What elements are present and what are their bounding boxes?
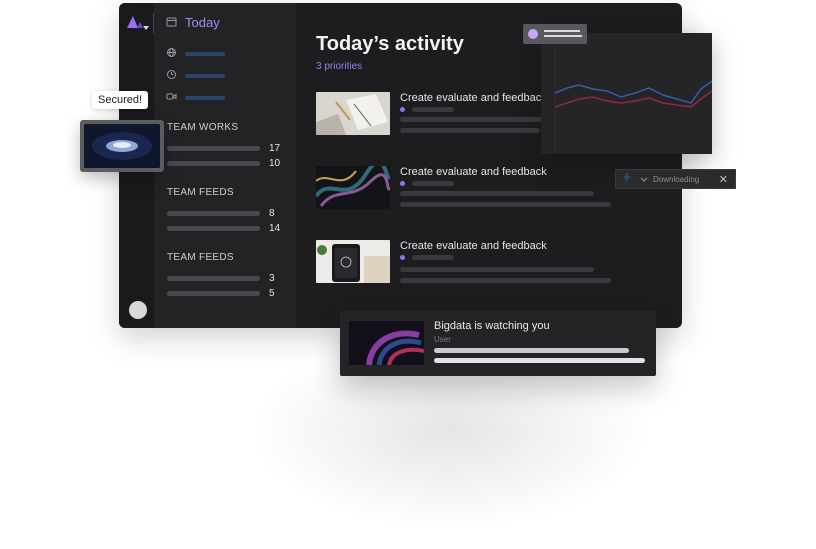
sidebar-item-clock[interactable]	[166, 67, 225, 85]
notification-thumbnail	[349, 321, 424, 365]
activity-thumbnail	[316, 240, 390, 283]
secured-image	[84, 124, 160, 168]
chip-line	[544, 35, 582, 37]
group-title: TEAM FEEDS	[167, 252, 234, 263]
activity-tag	[412, 107, 454, 112]
bolt-icon	[623, 170, 631, 188]
download-label: Downloading	[653, 174, 700, 184]
activity-line	[400, 202, 611, 207]
group-title: TEAM WORKS	[167, 122, 239, 133]
activity-thumbnail	[316, 92, 390, 135]
group-row-bar	[167, 226, 260, 231]
activity-title: Create evaluate and feedback	[400, 166, 547, 178]
group-row[interactable]: 10	[167, 158, 280, 169]
group-row[interactable]: 17	[167, 143, 280, 154]
activity-item[interactable]: Create evaluate and feedback	[316, 240, 682, 286]
group-row-count: 8	[269, 208, 275, 219]
group-row[interactable]: 8	[167, 208, 275, 219]
activity-line	[400, 191, 594, 196]
calendar-icon	[166, 15, 177, 30]
sidebar-item-globe[interactable]	[166, 45, 225, 63]
activity-line	[400, 278, 611, 283]
activity-thumbnail	[316, 166, 390, 209]
close-icon[interactable]: ✕	[719, 173, 728, 186]
nav-placeholder-bar	[185, 96, 225, 100]
group-row-count: 17	[269, 143, 281, 154]
activity-tag	[412, 181, 454, 186]
notification-line	[434, 348, 629, 353]
activity-line	[400, 117, 544, 122]
sidebar-item-video[interactable]	[166, 89, 225, 107]
notification-card[interactable]: Bigdata is watching you User	[340, 311, 656, 376]
line-chart	[554, 33, 713, 154]
group-row-bar	[167, 146, 260, 151]
group-row-count: 10	[269, 158, 281, 169]
activity-title: Create evaluate and feedback	[400, 240, 547, 252]
globe-icon	[166, 45, 177, 63]
avatar[interactable]	[129, 301, 147, 319]
app-logo[interactable]	[127, 16, 149, 35]
chart-panel[interactable]	[541, 33, 713, 154]
activity-line	[400, 128, 540, 133]
secured-badge: Secured!	[92, 91, 149, 109]
page-title: Today’s activity	[316, 33, 464, 55]
group-row-bar	[167, 291, 260, 296]
group-row-bar	[167, 161, 260, 166]
group-row-bar	[167, 211, 260, 216]
clock-icon	[166, 67, 177, 85]
status-dot	[400, 181, 405, 186]
notification-title: Bigdata is watching you	[434, 320, 550, 332]
activity-tag	[412, 255, 454, 260]
notification-line	[434, 358, 645, 363]
profile-chip[interactable]	[523, 24, 587, 44]
sidebar-item-label: Today	[185, 15, 220, 30]
sidebar: Today TEAM WORKS 17 10 TEAM FEEDS 8 14 T…	[154, 3, 296, 328]
activity-title: Create evaluate and feedback	[400, 92, 547, 104]
notification-subtitle: User	[434, 335, 451, 344]
group-row-count: 5	[269, 288, 275, 299]
status-dot	[400, 107, 405, 112]
nav-placeholder-bar	[185, 74, 225, 78]
download-bar[interactable]: Downloading ✕	[615, 169, 736, 189]
group-row[interactable]: 3	[167, 273, 275, 284]
group-row[interactable]: 14	[167, 223, 280, 234]
nav-placeholder-bar	[185, 52, 225, 56]
group-row[interactable]: 5	[167, 288, 275, 299]
priorities-count[interactable]: 3 priorities	[316, 61, 362, 72]
sidebar-item-today[interactable]: Today	[166, 15, 220, 30]
avatar	[528, 29, 538, 39]
group-row-count: 14	[269, 223, 281, 234]
activity-line	[400, 267, 594, 272]
group-row-count: 3	[269, 273, 275, 284]
chevron-down-icon[interactable]	[640, 170, 648, 188]
group-title: TEAM FEEDS	[167, 187, 234, 198]
secured-card[interactable]	[80, 120, 164, 172]
video-icon	[166, 89, 177, 107]
group-row-bar	[167, 276, 260, 281]
chip-line	[544, 30, 580, 32]
status-dot	[400, 255, 405, 260]
